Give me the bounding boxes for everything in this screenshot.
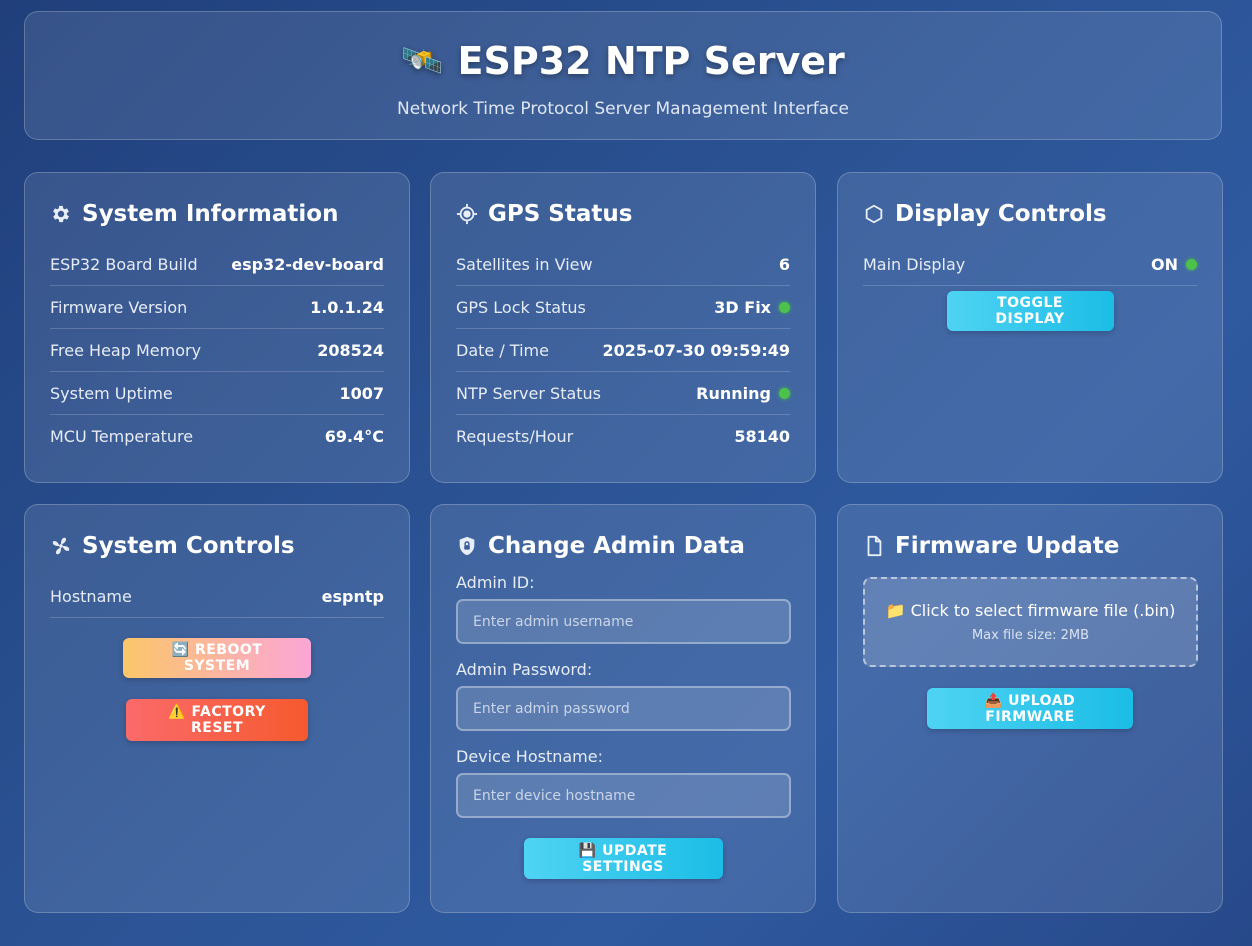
card-header: System Information [50,199,384,229]
row-value: Running [696,384,790,403]
crosshair-icon [456,203,478,225]
dropzone-text: 📁 Click to select firmware file (.bin) [885,601,1176,620]
row-value: 208524 [317,340,384,360]
row-label: Firmware Version [50,297,188,317]
admin-id-label: Admin ID: [456,573,535,592]
file-icon [863,535,885,557]
row-value: esp32-dev-board [231,254,384,274]
card-title: Display Controls [895,201,1107,227]
row-value: ON [1151,255,1197,274]
card-header: Firmware Update [863,531,1197,561]
gps-row-datetime: Date / Time 2025-07-30 09:59:49 [456,329,790,372]
gps-row-satellites: Satellites in View 6 [456,243,790,286]
row-label: Satellites in View [456,254,593,274]
status-indicator [779,387,790,399]
page-subtitle: Network Time Protocol Server Management … [397,99,849,119]
status-indicator [1186,258,1197,270]
button-row: 🔄 REBOOT SYSTEM [50,638,384,678]
gps-status-card: GPS Status Satellites in View 6 GPS Lock… [430,172,816,483]
gps-row-lock-status: GPS Lock Status 3D Fix [456,286,790,329]
display-row-main: Main Display ON [863,243,1197,286]
row-value: 1007 [339,383,384,403]
gps-row-requests: Requests/Hour 58140 [456,415,790,457]
row-value: 58140 [734,426,790,446]
row-label: MCU Temperature [50,426,194,446]
row-label: Main Display [863,254,966,274]
dropzone-subtext: Max file size: 2MB [971,628,1090,643]
row-label: ESP32 Board Build [50,254,198,274]
admin-password-input[interactable] [456,686,791,731]
admin-password-label: Admin Password: [456,660,593,679]
system-controls-card: System Controls Hostname espntp 🔄 REBOOT… [24,504,410,913]
card-title: Firmware Update [895,533,1120,559]
button-row: ⚠️ FACTORY RESET [50,699,384,741]
admin-data-card: Change Admin Data Admin ID: Admin Passwo… [430,504,816,913]
display-state-value: ON [1151,254,1178,274]
row-value: 3D Fix [714,298,790,317]
row-value: 1.0.1.24 [310,297,384,317]
page-title-wrapper: 🛰️ ESP32 NTP Server [25,39,1221,83]
card-header: System Controls [50,531,384,561]
card-title: System Controls [82,533,295,559]
fan-icon [50,535,72,557]
button-row: 💾 UPDATE SETTINGS [456,838,790,879]
row-value: 69.4°C [324,426,384,446]
status-indicator [779,301,790,313]
card-title: GPS Status [488,201,633,227]
button-row: 📤 UPLOAD FIRMWARE [863,688,1197,729]
info-list: ESP32 Board Build esp32-dev-board Firmwa… [50,243,384,457]
device-hostname-input[interactable] [456,773,791,818]
row-label: GPS Lock Status [456,297,586,317]
card-header: Change Admin Data [456,531,790,561]
row-label: Date / Time [456,340,549,360]
hexagon-icon [863,203,885,225]
row-value: 6 [778,254,790,274]
row-label: NTP Server Status [456,383,602,403]
gps-lock-value: 3D Fix [714,297,771,317]
row-label: System Uptime [50,383,173,403]
system-info-card: System Information ESP32 Board Build esp… [24,172,410,483]
info-row-firmware-version: Firmware Version 1.0.1.24 [50,286,384,329]
row-label: Hostname [50,586,132,606]
info-row-uptime: System Uptime 1007 [50,372,384,415]
row-label: Requests/Hour [456,426,574,446]
card-title: System Information [82,201,339,227]
display-controls-card: Display Controls Main Display ON TOGGLE … [837,172,1223,483]
shield-lock-icon [456,535,478,557]
card-header: Display Controls [863,199,1197,229]
toggle-display-button[interactable]: TOGGLE DISPLAY [946,291,1114,331]
hostname-row: Hostname espntp [50,575,384,618]
info-row-board-build: ESP32 Board Build esp32-dev-board [50,243,384,286]
device-hostname-label: Device Hostname: [456,747,603,766]
info-row-free-heap: Free Heap Memory 208524 [50,329,384,372]
update-settings-button[interactable]: 💾 UPDATE SETTINGS [523,838,723,879]
gps-row-ntp-status: NTP Server Status Running [456,372,790,415]
info-row-mcu-temp: MCU Temperature 69.4°C [50,415,384,457]
row-value: espntp [321,586,384,606]
factory-reset-button[interactable]: ⚠️ FACTORY RESET [126,699,308,741]
page-title: ESP32 NTP Server [457,39,845,83]
upload-firmware-button[interactable]: 📤 UPLOAD FIRMWARE [927,688,1133,729]
firmware-update-card: Firmware Update 📁 Click to select firmwa… [837,504,1223,913]
card-header: GPS Status [456,199,790,229]
ntp-status-value: Running [696,383,771,403]
app-header: 🛰️ ESP32 NTP Server Network Time Protoco… [24,11,1222,140]
button-row: TOGGLE DISPLAY [863,291,1197,331]
gear-icon [50,203,72,225]
firmware-file-dropzone[interactable]: 📁 Click to select firmware file (.bin) M… [863,577,1198,667]
admin-id-input[interactable] [456,599,791,644]
card-title: Change Admin Data [488,533,745,559]
row-value: 2025-07-30 09:59:49 [602,340,790,360]
satellite-icon: 🛰️ [401,41,444,81]
gps-list: Satellites in View 6 GPS Lock Status 3D … [456,243,790,457]
reboot-system-button[interactable]: 🔄 REBOOT SYSTEM [123,638,311,678]
row-label: Free Heap Memory [50,340,202,360]
